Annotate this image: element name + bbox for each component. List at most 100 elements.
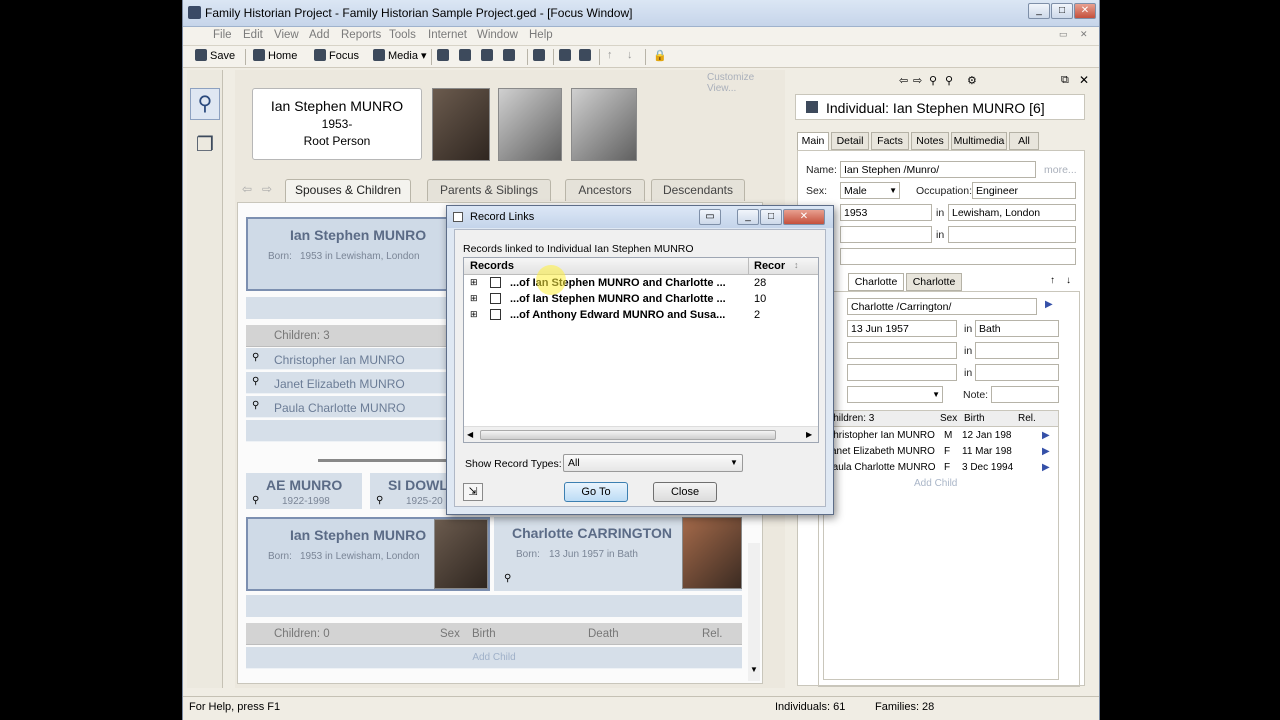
- tab-ancestors[interactable]: Ancestors: [565, 179, 645, 201]
- spouse-photo[interactable]: [682, 517, 742, 589]
- spouse-field-3[interactable]: [847, 342, 957, 359]
- person-card-bottom[interactable]: Ian Stephen MUNRO Born: 1953 in Lewisham…: [246, 517, 490, 591]
- tab-detail[interactable]: Detail: [831, 132, 869, 150]
- spouse-name-field[interactable]: Charlotte /Carrington/: [847, 298, 1037, 315]
- minimize-button[interactable]: _: [1028, 3, 1050, 19]
- spouse-card[interactable]: Charlotte CARRINGTON Born: 13 Jun 1957 i…: [494, 517, 742, 591]
- magnifier-icon[interactable]: ⚲: [252, 352, 259, 363]
- add-child-row[interactable]: Add Child: [246, 647, 742, 669]
- tab-spouse-1[interactable]: Charlotte: [848, 273, 904, 291]
- lock-icon[interactable]: 🔒: [653, 49, 667, 62]
- tab-all[interactable]: All: [1009, 132, 1039, 150]
- chart-tool-icon[interactable]: [559, 49, 574, 62]
- portrait-photo-adult[interactable]: [432, 88, 490, 161]
- tree-tool-4-icon[interactable]: [503, 49, 518, 62]
- sort-icon[interactable]: ↕: [794, 260, 799, 270]
- record-types-select[interactable]: All ▼: [563, 454, 743, 472]
- go-child-arrow-icon[interactable]: ▶: [1042, 462, 1050, 473]
- menu-item-add[interactable]: Add: [309, 29, 329, 41]
- tab-spouse-2[interactable]: Charlotte: [906, 273, 962, 291]
- child-row[interactable]: ⚲ Christopher Ian MUNRO: [246, 348, 446, 370]
- person-photo[interactable]: [434, 519, 488, 589]
- menu-item-help[interactable]: Help: [529, 29, 553, 41]
- go-child-arrow-icon[interactable]: ▶: [1042, 430, 1050, 441]
- col-records[interactable]: Records: [470, 260, 514, 272]
- mdi-close-icon[interactable]: ✕: [1080, 29, 1088, 40]
- child-row[interactable]: ⚲ Janet Elizabeth MUNRO: [246, 372, 446, 394]
- mdi-restore-icon[interactable]: ▭: [1059, 29, 1068, 40]
- go-child-arrow-icon[interactable]: ▶: [1042, 446, 1050, 457]
- portrait-photo-toddler[interactable]: [571, 88, 637, 161]
- magnifier-icon[interactable]: ⚲: [252, 400, 259, 411]
- go-to-button[interactable]: Go To: [564, 482, 628, 502]
- dialog-close-button[interactable]: ✕: [783, 209, 825, 225]
- customize-view-link[interactable]: Customize View...: [707, 72, 785, 94]
- dialog-help-button[interactable]: ▭: [699, 209, 721, 225]
- menu-item-window[interactable]: Window: [477, 29, 518, 41]
- death-place-field[interactable]: [948, 226, 1076, 243]
- arrow-down-icon[interactable]: ↓: [627, 49, 633, 61]
- close-button[interactable]: ✕: [1074, 3, 1096, 19]
- nav-forward-icon[interactable]: ⇨: [913, 74, 922, 87]
- root-person-card[interactable]: Ian Stephen MUNRO 1953- Root Person: [252, 88, 422, 160]
- tool-icon[interactable]: ⚙: [967, 74, 977, 87]
- nav-back-icon[interactable]: ⇦: [899, 74, 908, 87]
- close-dialog-button[interactable]: Close: [653, 482, 717, 502]
- spouse-place-field[interactable]: Bath: [975, 320, 1059, 337]
- tab-spouses-children[interactable]: Spouses & Children: [285, 179, 411, 203]
- extra-field[interactable]: [840, 248, 1076, 265]
- find-icon[interactable]: ⚲: [945, 74, 953, 87]
- tab-descendants[interactable]: Descendants: [651, 179, 745, 201]
- scroll-left-icon[interactable]: ◀: [467, 430, 473, 439]
- tab-multimedia[interactable]: Multimedia: [951, 132, 1007, 150]
- record-row[interactable]: ⊞ ...of Ian Stephen MUNRO and Charlotte …: [464, 291, 818, 307]
- tree-tool-3-icon[interactable]: [481, 49, 496, 62]
- menu-item-edit[interactable]: Edit: [243, 29, 263, 41]
- child-row[interactable]: ⚲ Paula Charlotte MUNRO: [246, 396, 446, 418]
- menu-item-reports[interactable]: Reports: [341, 29, 381, 41]
- magnifier-icon[interactable]: ⚲: [252, 495, 259, 506]
- scroll-down-icon[interactable]: ▼: [750, 665, 758, 674]
- record-row[interactable]: ⊞ ...of Anthony Edward MUNRO and Susa...…: [464, 307, 818, 323]
- occupation-field[interactable]: Engineer: [972, 182, 1076, 199]
- maximize-button[interactable]: □: [1051, 3, 1073, 19]
- binoculars-icon[interactable]: [579, 49, 594, 62]
- scroll-thumb[interactable]: [480, 430, 776, 440]
- spouse-up-icon[interactable]: ↑: [1050, 275, 1055, 286]
- menu-item-file[interactable]: File: [213, 29, 232, 41]
- magnifier-icon[interactable]: ⚲: [376, 495, 383, 506]
- tab-facts[interactable]: Facts: [871, 132, 909, 150]
- add-child-link[interactable]: Add Child: [472, 652, 515, 663]
- close-icon[interactable]: ✕: [1079, 73, 1089, 87]
- death-date-field[interactable]: [840, 226, 932, 243]
- status-select[interactable]: ▼: [847, 386, 943, 403]
- forward-arrow-icon[interactable]: ⇨: [262, 182, 272, 196]
- birth-date-field[interactable]: 1953: [840, 204, 932, 221]
- dialog-minimize-button[interactable]: _: [737, 209, 759, 225]
- save-button[interactable]: Save: [195, 49, 235, 62]
- parent-card[interactable]: AE MUNRO ⚲ 1922-1998: [246, 473, 362, 509]
- menu-item-tools[interactable]: Tools: [389, 29, 416, 41]
- view-tool-icon[interactable]: [533, 49, 548, 62]
- expand-icon[interactable]: ⊞: [470, 309, 478, 320]
- spouse-birth-field[interactable]: 13 Jun 1957: [847, 320, 957, 337]
- magnifier-icon[interactable]: ⚲: [929, 74, 937, 87]
- magnifier-icon[interactable]: ⚲: [504, 573, 511, 584]
- spouse-field-5[interactable]: [847, 364, 957, 381]
- dialog-maximize-button[interactable]: □: [760, 209, 782, 225]
- record-row[interactable]: ⊞ ...of Ian Stephen MUNRO and Charlotte …: [464, 265, 818, 295]
- child-grid-row[interactable]: Christopher Ian MUNRO M 12 Jan 198 ▶: [824, 428, 1058, 444]
- col-count[interactable]: Recor: [754, 260, 785, 272]
- export-button[interactable]: ⇲: [463, 483, 483, 501]
- expand-icon[interactable]: ⊞: [470, 293, 478, 304]
- vertical-scrollbar[interactable]: ▼: [748, 543, 760, 681]
- sex-select[interactable]: Male ▼: [840, 182, 900, 199]
- portrait-photo-child[interactable]: [498, 88, 562, 161]
- focus-button[interactable]: Focus: [314, 49, 359, 62]
- scroll-right-icon[interactable]: ▶: [806, 430, 812, 439]
- child-grid-row[interactable]: Paula Charlotte MUNRO F 3 Dec 1994 ▶: [824, 460, 1058, 476]
- menu-item-view[interactable]: View: [274, 29, 299, 41]
- records-window-icon[interactable]: ❐: [192, 130, 218, 160]
- note-field[interactable]: [991, 386, 1059, 403]
- back-arrow-icon[interactable]: ⇦: [242, 182, 252, 196]
